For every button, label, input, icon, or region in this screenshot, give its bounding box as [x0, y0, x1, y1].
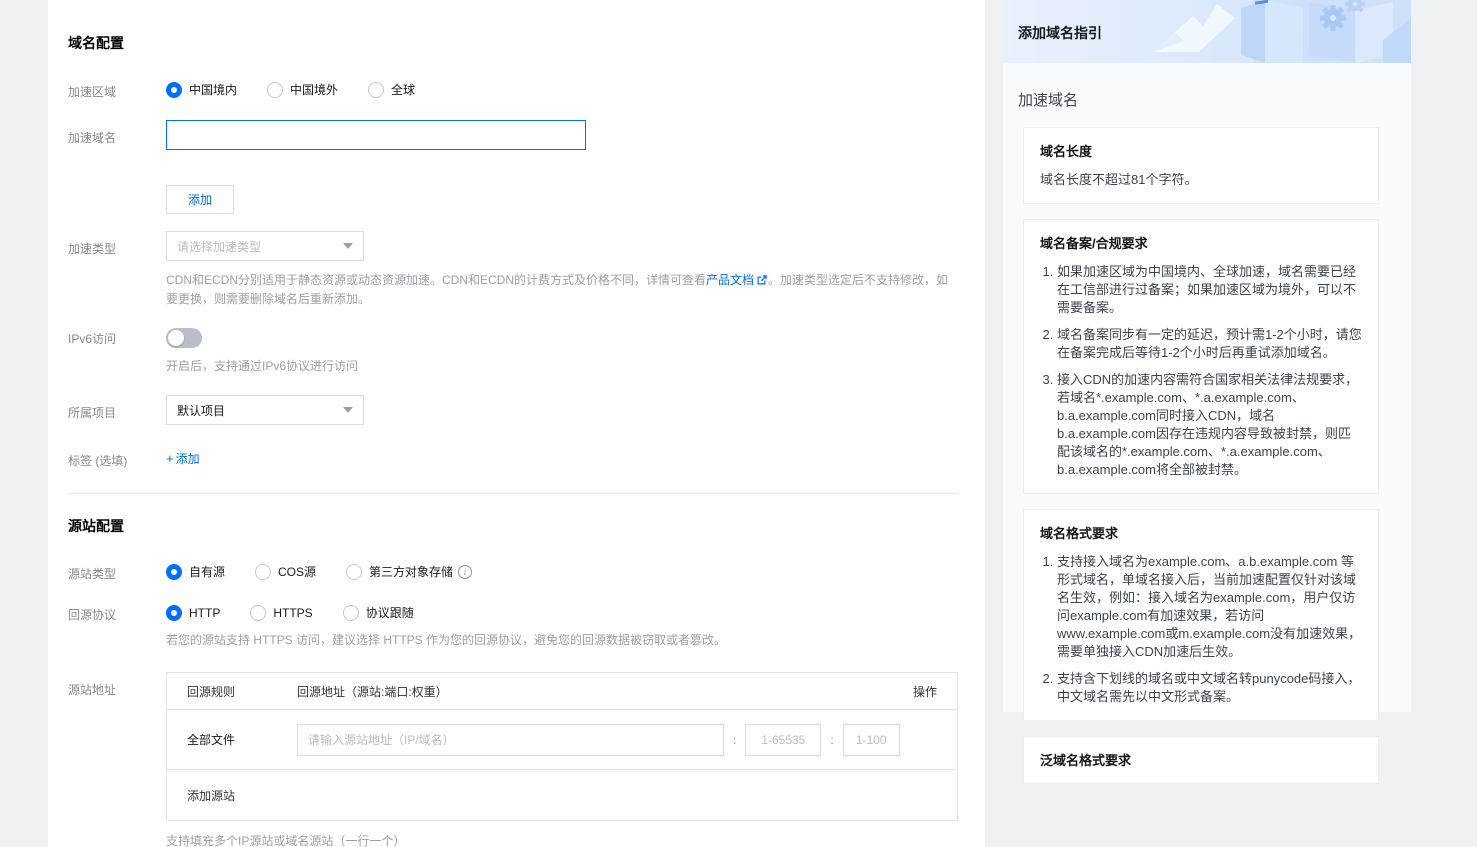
card-text: 域名长度不超过81个字符。	[1040, 171, 1362, 189]
origin-type-label: 源站类型	[68, 563, 166, 582]
guide-card-domain-length: 域名长度 域名长度不超过81个字符。	[1023, 127, 1379, 204]
card-list-item: 支持接入域名为example.com、a.b.example.com 等形式域名…	[1057, 553, 1362, 661]
radio-selected-icon	[166, 605, 182, 621]
rule-name: 全部文件	[187, 731, 297, 748]
ipv6-description: 开启后，支持通过IPv6协议进行访问	[166, 358, 960, 375]
radio-protocol-https[interactable]: HTTPS	[250, 605, 312, 621]
radio-protocol-follow[interactable]: 协议跟随	[343, 604, 414, 621]
ipv6-label: IPv6访问	[68, 328, 166, 347]
origin-type-row: 源站类型 自有源 COS源 第三方对象存储 i	[68, 563, 960, 582]
toggle-knob	[168, 330, 184, 346]
card-title: 域名备案/合规要求	[1040, 233, 1362, 252]
add-button-row: 添加	[68, 185, 960, 214]
port-separator: :	[733, 733, 736, 747]
origin-port-input[interactable]	[745, 724, 821, 756]
region-label: 加速区域	[68, 81, 166, 100]
table-header-row: 回源规则 回源地址（源站:端口:权重） 操作	[167, 673, 957, 710]
project-select[interactable]: 默认项目	[166, 395, 364, 425]
table-footer-row: 添加源站	[167, 770, 957, 820]
origin-config-title: 源站配置	[68, 516, 960, 536]
card-list: 如果加速区域为中国境内、全球加速，域名需要已经在工信部进行过备案；如果加速区域为…	[1040, 263, 1362, 479]
radio-unselected-icon	[346, 564, 362, 580]
ipv6-toggle[interactable]	[166, 328, 202, 348]
card-title: 域名长度	[1040, 141, 1362, 160]
card-title: 泛域名格式要求	[1040, 750, 1362, 769]
origin-address-notes: 支持填充多个IP源站或域名源站（一行一个） 支持增加配置端口（1~65535）和…	[166, 832, 960, 847]
card-title: 域名格式要求	[1040, 523, 1362, 542]
column-header-address: 回源地址（源站:端口:权重）	[297, 683, 877, 700]
tag-row: 标签 (选填) 添加	[68, 450, 960, 469]
guide-section-title: 加速域名	[1018, 89, 1411, 110]
type-description: CDN和ECDN分别适用于静态资源或动态资源加速。CDN和ECDN的计费方式及价…	[166, 272, 960, 308]
guide-card-domain-format: 域名格式要求 支持接入域名为example.com、a.b.example.co…	[1023, 509, 1379, 721]
protocol-description: 若您的源站支持 HTTPS 访问，建议选择 HTTPS 作为您的回源协议，避免您…	[166, 632, 960, 649]
protocol-row: 回源协议 HTTP HTTPS 协议跟随	[68, 604, 960, 623]
radio-unselected-icon	[368, 82, 384, 98]
radio-unselected-icon	[250, 605, 266, 621]
domain-row: 加速域名	[68, 120, 960, 153]
radio-selected-icon	[166, 564, 182, 580]
domain-config-panel: 域名配置 加速区域 中国境内 中国境外 全球 加速域名 添	[48, 0, 985, 847]
add-origin-link[interactable]: 添加源站	[187, 787, 235, 804]
type-desc-row: CDN和ECDN分别适用于静态资源或动态资源加速。CDN和ECDN的计费方式及价…	[68, 272, 960, 308]
table-row: 全部文件 : :	[167, 710, 957, 770]
type-label: 加速类型	[68, 231, 166, 257]
domain-input[interactable]	[166, 120, 586, 150]
section-divider	[68, 493, 958, 494]
acceleration-type-select[interactable]: 请选择加速类型	[166, 231, 364, 261]
protocol-label: 回源协议	[68, 604, 166, 623]
add-tag-link[interactable]: 添加	[166, 452, 200, 466]
column-header-action: 操作	[877, 683, 937, 700]
radio-region-overseas[interactable]: 中国境外	[267, 81, 338, 98]
add-domain-guide-panel: 添加域名指引 加速域名 域名长度 域名长度不超过81个字符。 域名备案/合规要求…	[1003, 0, 1411, 712]
chevron-down-icon	[343, 407, 353, 413]
info-icon[interactable]: i	[458, 565, 472, 579]
guide-title: 添加域名指引	[1018, 23, 1102, 43]
region-row: 加速区域 中国境内 中国境外 全球	[68, 81, 960, 100]
card-list-item: 域名备案同步有一定的延迟，预计需1-2个小时，请您在备案完成后等待1-2个小时后…	[1057, 326, 1362, 362]
radio-unselected-icon	[255, 564, 271, 580]
ipv6-row: IPv6访问	[68, 328, 960, 348]
tag-label: 标签 (选填)	[68, 450, 166, 469]
radio-origin-self[interactable]: 自有源	[166, 563, 225, 580]
project-row: 所属项目 默认项目	[68, 395, 960, 425]
domain-label: 加速域名	[68, 120, 166, 146]
guide-card-wildcard-format: 泛域名格式要求	[1023, 736, 1379, 784]
radio-unselected-icon	[267, 82, 283, 98]
card-list-item: 接入CDN的加速内容需符合国家相关法律法规要求，若域名*.example.com…	[1057, 371, 1362, 479]
note-line: 支持填充多个IP源站或域名源站（一行一个）	[166, 832, 960, 847]
guide-banner: 添加域名指引	[1003, 0, 1411, 63]
origin-weight-input[interactable]	[843, 724, 900, 756]
type-row: 加速类型 请选择加速类型	[68, 231, 960, 261]
origin-address-input[interactable]	[297, 724, 724, 756]
radio-origin-cos[interactable]: COS源	[255, 563, 316, 580]
radio-protocol-http[interactable]: HTTP	[166, 605, 220, 621]
card-list: 支持接入域名为example.com、a.b.example.com 等形式域名…	[1040, 553, 1362, 706]
column-header-rule: 回源规则	[187, 683, 297, 700]
region-radio-group: 中国境内 中国境外 全球	[166, 81, 960, 98]
ipv6-desc-row: 开启后，支持通过IPv6协议进行访问	[68, 358, 960, 375]
card-list-item: 如果加速区域为中国境内、全球加速，域名需要已经在工信部进行过备案；如果加速区域为…	[1057, 263, 1362, 317]
chevron-down-icon	[343, 243, 353, 249]
external-link-icon	[756, 274, 768, 291]
guide-card-icp-compliance: 域名备案/合规要求 如果加速区域为中国境内、全球加速，域名需要已经在工信部进行过…	[1023, 219, 1379, 494]
guide-cards: 域名长度 域名长度不超过81个字符。 域名备案/合规要求 如果加速区域为中国境内…	[1003, 110, 1411, 784]
add-domain-button[interactable]: 添加	[166, 185, 234, 214]
radio-region-global[interactable]: 全球	[368, 81, 415, 98]
radio-region-mainland[interactable]: 中国境内	[166, 81, 237, 98]
project-label: 所属项目	[68, 395, 166, 421]
origin-address-table: 回源规则 回源地址（源站:端口:权重） 操作 全部文件 : :	[166, 672, 958, 821]
protocol-desc-row: 若您的源站支持 HTTPS 访问，建议选择 HTTPS 作为您的回源协议，避免您…	[68, 632, 960, 649]
page-title: 域名配置	[68, 33, 960, 53]
radio-unselected-icon	[343, 605, 359, 621]
card-list-item: 支持含下划线的域名或中文域名转punycode码接入，中文域名需先以中文形式备案…	[1057, 670, 1362, 706]
origin-address-label: 源站地址	[68, 672, 166, 698]
origin-address-row: 源站地址 回源规则 回源地址（源站:端口:权重） 操作 全部文件 : :	[68, 672, 960, 847]
weight-separator: :	[830, 733, 833, 747]
radio-selected-icon	[166, 82, 182, 98]
product-doc-link[interactable]: 产品文档	[706, 273, 754, 287]
radio-origin-third-party[interactable]: 第三方对象存储 i	[346, 563, 472, 580]
